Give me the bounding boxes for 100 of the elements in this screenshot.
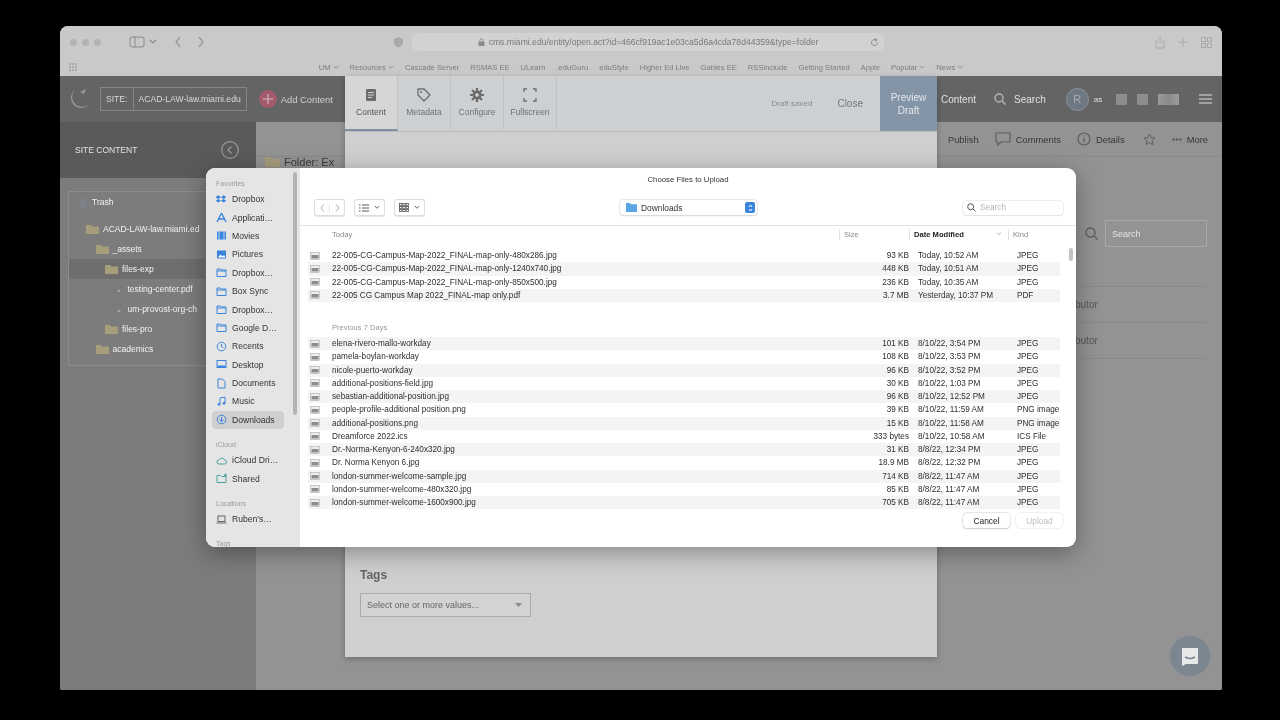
sidebar-item[interactable]: Dropbox… <box>212 263 284 282</box>
file-name: london-summer-welcome-sample.jpg <box>332 471 468 481</box>
details-link[interactable]: Details <box>1077 132 1125 146</box>
list-view-button[interactable] <box>354 199 385 216</box>
sidebar-item[interactable]: Applicati… <box>212 208 284 227</box>
editor-tab[interactable]: Fullscreen <box>504 76 557 131</box>
address-bar[interactable]: cms.miami.edu/entity/open.act?id=466cf919ac1e03ca5d6a4cda78d44359&type=folder <box>412 33 884 51</box>
file-row[interactable]: london-summer-welcome-sample.jpg 714 KB 8/8/22, 11:47 AM JPEG <box>308 469 1060 483</box>
close-button[interactable]: Close <box>837 98 863 109</box>
chevron-left-icon <box>319 203 325 212</box>
file-row[interactable]: people-profile-additional position.png 39 KB 8/10/22, 11:59 AM PNG image <box>308 403 1060 417</box>
sidebar-item[interactable]: Shared <box>212 469 284 488</box>
sidebar-item[interactable]: Downloads <box>212 410 284 430</box>
shield-icon[interactable] <box>393 36 404 48</box>
sidebar-item[interactable]: Music <box>212 392 284 411</box>
file-name: elena-rivero-mallo-workday <box>332 339 432 349</box>
tree-item[interactable]: academics <box>69 339 205 359</box>
sidebar-item[interactable]: iCloud Dri… <box>212 451 284 470</box>
location-popup[interactable]: Downloads <box>620 200 757 215</box>
document-icon <box>216 377 227 389</box>
file-row[interactable]: additional-positions-field.jpg 30 KB 8/10/22, 1:03 PM JPEG <box>308 376 1060 390</box>
back-icon[interactable] <box>174 36 182 48</box>
file-row[interactable]: london-summer-welcome-1600x900.jpg 705 KB 8/8/22, 11:47 AM JPEG <box>308 496 1060 509</box>
image-file-icon <box>310 291 320 300</box>
save-status: Draft saved <box>771 99 813 108</box>
menu-icon[interactable] <box>1199 94 1212 104</box>
tree-item[interactable]: um-provost-org-ch <box>69 299 205 319</box>
monitor-icon <box>216 359 227 371</box>
share-icon[interactable] <box>1155 35 1165 49</box>
search-link[interactable]: Search <box>994 93 1046 105</box>
file-row[interactable]: nicole-puerto-workday 96 KB 8/10/22, 3:52 PM JPEG <box>308 363 1060 377</box>
file-row[interactable]: 22-005-CG-Campus-Map-2022_FINAL-map-only-480x286.jpg 93 KB Today, 10:52 AM JPEG <box>308 249 1060 263</box>
more-link[interactable]: More <box>1171 133 1208 145</box>
tree-item[interactable]: Trash <box>69 192 205 212</box>
file-row[interactable]: 22-005-CG-Campus-Map-2022_FINAL-map-only-1240x740.jpg 448 KB Today, 10:51 AM JPEG <box>308 262 1060 276</box>
sidebar-item[interactable]: Desktop <box>212 355 284 374</box>
file-row[interactable]: Dreamforce 2022.ics 333 bytes 8/10/22, 10:58 AM ICS File <box>308 429 1060 443</box>
file-row[interactable]: elena-rivero-mallo-workday 101 KB 8/10/22, 3:54 PM JPEG <box>308 337 1060 351</box>
sidebar-item[interactable]: Movies <box>212 226 284 246</box>
collapse-button[interactable] <box>221 141 239 159</box>
star-icon[interactable] <box>1142 132 1156 146</box>
sidebar-item[interactable]: Google D… <box>212 318 284 338</box>
tree-item[interactable]: files-pro <box>69 319 205 339</box>
tree-item[interactable]: files-exp <box>69 259 205 279</box>
file-row[interactable]: sebastian-additional-position.jpg 96 KB 8/10/22, 12:52 PM JPEG <box>308 390 1060 404</box>
tree-item[interactable]: ACAD-LAW-law.miami.ed <box>69 219 205 239</box>
search-icon[interactable] <box>1085 227 1098 240</box>
sidebar-item[interactable]: Ruben's… <box>212 509 284 529</box>
folder-icon <box>216 267 227 279</box>
publish-link[interactable]: Publish <box>947 133 979 145</box>
add-content-button[interactable]: Add Content <box>258 90 333 108</box>
apps-grid-icon[interactable] <box>69 63 79 71</box>
icon-view-button[interactable] <box>394 199 425 216</box>
file-row[interactable]: Dr.-Norma-Kenyon-6-240x320.jpg 31 KB 8/8/22, 12:34 PM JPEG <box>308 443 1060 457</box>
tree-item[interactable]: _assets <box>69 239 205 259</box>
file-row[interactable]: Dr. Norma Kenyon 6.jpg 18.9 MB 8/8/22, 12:32 PM JPEG <box>308 456 1060 470</box>
editor-tab[interactable]: Metadata <box>398 76 451 131</box>
plus-icon <box>258 90 277 108</box>
scrollbar-thumb[interactable] <box>1069 248 1073 261</box>
cancel-button[interactable]: Cancel <box>963 513 1010 528</box>
editor-tab[interactable]: Configure <box>451 76 504 131</box>
file-date: 8/10/22, 1:03 PM <box>917 378 982 388</box>
file-name: additional-positions-field.jpg <box>332 378 435 388</box>
tags-select[interactable]: Select one or more values... <box>360 593 531 617</box>
forward-icon[interactable] <box>197 36 205 48</box>
file-row[interactable]: additional-positions.png 15 KB 8/10/22, 11:58 AM PNG image <box>308 416 1060 430</box>
sidebar-item[interactable]: Pictures <box>212 245 284 264</box>
file-date: 8/10/22, 3:54 PM <box>917 339 982 349</box>
tree-item[interactable]: testing-center.pdf <box>69 279 205 299</box>
scrollbar-thumb[interactable] <box>293 172 297 415</box>
file-name: 22-005-CG-Campus-Map-2022_FINAL-map-only-1240x740.jpg <box>332 264 563 274</box>
site-selector[interactable]: SITE: ACAD-LAW-law.miami.edu <box>100 87 247 111</box>
reload-icon[interactable] <box>870 37 879 47</box>
file-name: london-summer-welcome-480x320.jpg <box>332 484 473 494</box>
sidebar-icon[interactable] <box>129 36 145 48</box>
tabs-overview-icon[interactable] <box>1201 36 1212 48</box>
file-row[interactable]: london-summer-welcome-480x320.jpg 85 KB 8/8/22, 11:47 AM JPEG <box>308 482 1060 496</box>
file-kind: JPEG <box>1016 352 1040 362</box>
file-name: 22-005-CG-Campus-Map-2022_FINAL-map-only-850x500.jpg <box>332 277 558 287</box>
file-date: 8/8/22, 11:47 AM <box>917 498 981 508</box>
nav-link[interactable]: Content <box>941 93 977 105</box>
sidebar-item[interactable]: Documents <box>212 373 284 393</box>
sidebar-item[interactable]: Dropbox <box>212 190 284 209</box>
file-row[interactable]: 22-005 CG Campus Map 2022_FINAL-map only.pdf 3.7 MB Yesterday, 10:37 PM PDF <box>308 288 1060 302</box>
sidebar-item[interactable]: Recents <box>212 337 284 356</box>
plus-icon[interactable] <box>1178 37 1188 47</box>
comments-link[interactable]: Comments <box>994 132 1061 146</box>
image-file-icon <box>310 379 320 388</box>
file-name: Dreamforce 2022.ics <box>332 431 409 441</box>
editor-tab[interactable]: Content <box>345 76 398 131</box>
chat-button[interactable] <box>1170 636 1210 676</box>
sidebar-item[interactable]: Box Sync <box>212 281 284 301</box>
folder-icon <box>216 304 227 316</box>
file-row[interactable]: pamela-boylan-workday 108 KB 8/10/22, 3:53 PM JPEG <box>308 350 1060 364</box>
file-row[interactable]: 22-005-CG-Campus-Map-2022_FINAL-map-only-850x500.jpg 236 KB Today, 10:35 AM JPEG <box>308 275 1060 289</box>
preview-draft-button[interactable]: Preview Draft <box>880 76 937 131</box>
chevron-down-icon[interactable] <box>149 39 157 45</box>
search-icon <box>994 93 1007 105</box>
sidebar-item[interactable]: Dropbox… <box>212 300 284 319</box>
search-field[interactable]: Search <box>1105 220 1207 247</box>
